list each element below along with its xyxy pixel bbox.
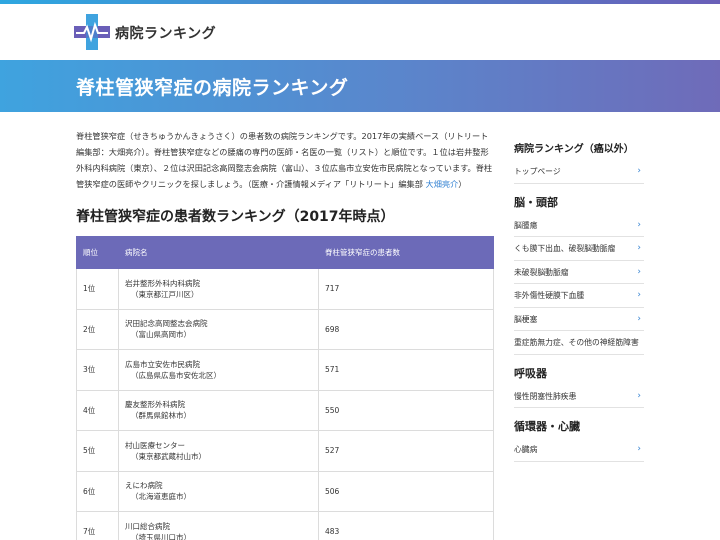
sidebar-item-label: 未破裂脳動脈瘤 xyxy=(514,267,569,277)
hospital-cell: 岩井整形外科内科病院 （東京都江戸川区） xyxy=(118,268,319,310)
sidebar-item-label: 慢性閉塞性肺疾患 xyxy=(514,391,577,401)
table-row: 2位 沢田記念高岡整志会病院 （富山県高岡市） 698 xyxy=(76,308,494,350)
rank-cell: 6位 xyxy=(76,470,119,512)
site-header: 病院ランキング xyxy=(0,4,720,60)
sidebar-item-label: トップページ xyxy=(514,167,561,176)
sidebar-item[interactable]: 未破裂脳動脈瘤 › xyxy=(514,261,644,284)
sidebar-item-label: 重症筋無力症、その他の神経筋障害 xyxy=(514,338,639,347)
count-cell: 550 xyxy=(318,389,494,431)
header-count: 脊柱管狭窄症の患者数 xyxy=(318,236,494,269)
hospital-name: 岩井整形外科内科病院 xyxy=(125,278,200,288)
count-cell: 717 xyxy=(318,268,494,310)
hospital-cell: 慶友整形外科病院 （群馬県館林市） xyxy=(118,389,319,431)
hospital-address: （東京都武蔵村山市） xyxy=(131,451,206,461)
ranking-table: 順位 病院名 脊柱管狭窄症の患者数 1位 岩井整形外科内科病院 （東京都江戸川区）… xyxy=(76,236,494,540)
sidebar-item[interactable]: 重症筋無力症、その他の神経筋障害 xyxy=(514,331,644,355)
table-row: 6位 えにわ病院 （北海道恵庭市） 506 xyxy=(76,470,494,512)
sidebar-heading: 病院ランキング（癌以外） xyxy=(514,144,634,155)
sidebar-item-label: くも膜下出血、破裂脳動脈瘤 xyxy=(514,244,616,253)
intro-suffix: ） xyxy=(458,179,467,189)
sidebar-category-respiratory: 呼吸器 xyxy=(514,366,547,380)
hospital-name: 沢田記念高岡整志会病院 xyxy=(125,319,208,329)
table-row: 4位 慶友整形外科病院 （群馬県館林市） 550 xyxy=(76,389,494,431)
hospital-address: （東京都江戸川区） xyxy=(131,289,199,299)
chevron-right-icon: › xyxy=(637,243,641,253)
hospital-cell: えにわ病院 （北海道恵庭市） xyxy=(118,470,319,512)
hospital-address: （北海道恵庭市） xyxy=(131,492,191,502)
sidebar-item[interactable]: 慢性閉塞性肺疾患 › xyxy=(514,385,644,408)
hospital-address: （広島県広島市安佐北区） xyxy=(131,370,221,380)
sidebar-category-brain: 脳・頭部 xyxy=(514,195,558,209)
hospital-name: 村山医療センター xyxy=(125,440,185,450)
hospital-cell: 村山医療センター （東京都武蔵村山市） xyxy=(118,430,319,472)
rank-cell: 5位 xyxy=(76,430,119,472)
chevron-right-icon: › xyxy=(637,219,641,230)
rank-cell: 1位 xyxy=(76,268,119,310)
sidebar-item[interactable]: 脳梗塞 › xyxy=(514,308,644,331)
table-header-row: 順位 病院名 脊柱管狭窄症の患者数 xyxy=(76,236,494,269)
rank-cell: 2位 xyxy=(76,308,119,350)
hospital-cell: 広島市立安佐市民病院 （広島県広島市安佐北区） xyxy=(118,349,319,391)
sidebar: 病院ランキング（癌以外） トップページ › 脳・頭部 脳腫瘍 › くも膜下出血、破裂… xyxy=(514,136,644,462)
intro-text: 脊柱管狭窄症（せきちゅうかんきょうさく）の患者数の病院ランキングです。2017年… xyxy=(76,128,496,192)
header-hospital: 病院名 xyxy=(118,236,319,269)
table-row: 3位 広島市立安佐市民病院 （広島県広島市安佐北区） 571 xyxy=(76,349,494,391)
chevron-right-icon: › xyxy=(637,313,641,324)
table-row: 5位 村山医療センター （東京都武蔵村山市） 527 xyxy=(76,430,494,472)
chevron-right-icon: › xyxy=(637,266,641,277)
chevron-right-icon: › xyxy=(637,290,641,300)
rank-cell: 7位 xyxy=(76,511,119,540)
count-cell: 483 xyxy=(318,511,494,540)
page-banner: 脊柱管狭窄症の病院ランキング xyxy=(0,60,720,112)
chevron-right-icon: › xyxy=(637,166,641,176)
sidebar-item-label: 脳梗塞 xyxy=(514,314,538,324)
hospital-cell: 川口総合病院 （埼玉県川口市） xyxy=(118,511,319,540)
count-cell: 506 xyxy=(318,470,494,512)
table-row: 7位 川口総合病院 （埼玉県川口市） 483 xyxy=(76,511,494,540)
sidebar-item[interactable]: 非外傷性硬膜下血腫 › xyxy=(514,284,644,308)
count-cell: 571 xyxy=(318,349,494,391)
section-title: 脊柱管狭窄症の患者数ランキング（2017年時点） xyxy=(76,209,395,225)
rank-cell: 4位 xyxy=(76,389,119,431)
hospital-cell: 沢田記念高岡整志会病院 （富山県高岡市） xyxy=(118,308,319,350)
author-link[interactable]: 大畑亮介 xyxy=(426,179,459,189)
rank-cell: 3位 xyxy=(76,349,119,391)
count-cell: 527 xyxy=(318,430,494,472)
chevron-right-icon: › xyxy=(637,390,641,401)
table-row: 1位 岩井整形外科内科病院 （東京都江戸川区） 717 xyxy=(76,268,494,310)
hospital-name: 川口総合病院 xyxy=(125,521,170,531)
hospital-address: （群馬県館林市） xyxy=(131,411,191,421)
site-name[interactable]: 病院ランキング xyxy=(115,23,216,43)
sidebar-item-top[interactable]: トップページ › xyxy=(514,160,644,184)
sidebar-item-label: 脳腫瘍 xyxy=(514,220,538,230)
hospital-name: えにわ病院 xyxy=(125,481,163,491)
count-cell: 698 xyxy=(318,308,494,350)
page-title: 脊柱管狭窄症の病院ランキング xyxy=(76,77,349,99)
chevron-right-icon: › xyxy=(637,444,641,454)
sidebar-item[interactable]: 心臓病 › xyxy=(514,438,644,462)
sidebar-item-label: 非外傷性硬膜下血腫 xyxy=(514,291,585,300)
sidebar-item[interactable]: くも膜下出血、破裂脳動脈瘤 › xyxy=(514,237,644,261)
sidebar-item[interactable]: 脳腫瘍 › xyxy=(514,214,644,237)
hospital-address: （富山県高岡市） xyxy=(131,330,191,340)
header-rank: 順位 xyxy=(76,236,119,269)
sidebar-item-label: 心臓病 xyxy=(514,445,538,454)
hospital-cross-logo-icon[interactable] xyxy=(74,14,110,50)
hospital-name: 慶友整形外科病院 xyxy=(125,400,185,410)
hospital-address: （埼玉県川口市） xyxy=(131,532,191,540)
hospital-name: 広島市立安佐市民病院 xyxy=(125,359,200,369)
sidebar-category-cardio: 循環器・心臓 xyxy=(514,420,580,433)
